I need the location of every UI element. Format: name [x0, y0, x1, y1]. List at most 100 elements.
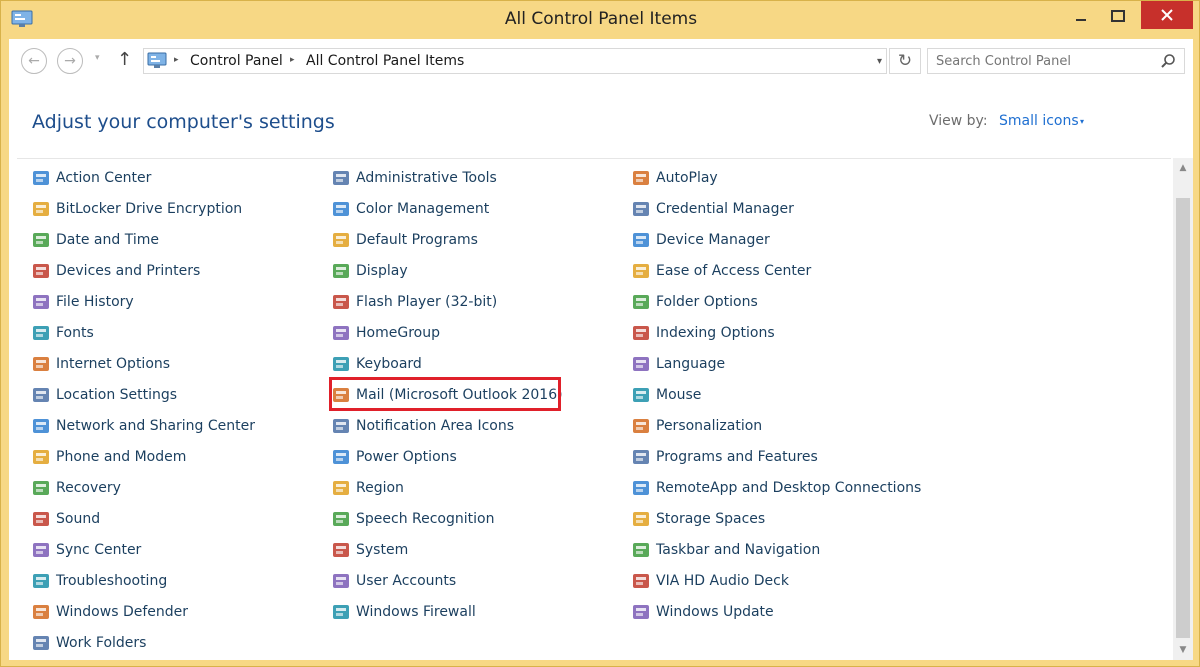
system-icon	[333, 543, 349, 557]
cp-item-phone-and-modem[interactable]: Phone and Modem	[31, 445, 186, 469]
cp-item-windows-firewall[interactable]: Windows Firewall	[331, 600, 476, 624]
cp-item-bitlocker-drive-encryption[interactable]: BitLocker Drive Encryption	[31, 197, 242, 221]
cp-item-region[interactable]: Region	[331, 476, 404, 500]
cp-item-keyboard[interactable]: Keyboard	[331, 352, 422, 376]
cp-item-work-folders[interactable]: Work Folders	[31, 631, 146, 655]
page-title: Adjust your computer's settings	[32, 111, 335, 133]
cp-item-sound[interactable]: Sound	[31, 507, 100, 531]
search-box[interactable]	[927, 48, 1185, 74]
search-input[interactable]	[928, 49, 1154, 73]
cp-item-taskbar-and-navigation[interactable]: Taskbar and Navigation	[631, 538, 820, 562]
cp-item-autoplay[interactable]: AutoPlay	[631, 166, 718, 190]
cp-item-user-accounts[interactable]: User Accounts	[331, 569, 456, 593]
up-button[interactable]: ↑	[117, 49, 132, 70]
folder-icon	[33, 636, 49, 650]
cp-item-label: Ease of Access Center	[656, 263, 812, 279]
cp-item-file-history[interactable]: File History	[31, 290, 134, 314]
recent-locations-dropdown-icon[interactable]: ▾	[95, 53, 100, 63]
cp-item-folder-options[interactable]: Folder Options	[631, 290, 758, 314]
vertical-scrollbar[interactable]: ▲ ▼	[1173, 158, 1193, 660]
cp-item-label: Troubleshooting	[56, 573, 168, 589]
indexing-icon	[633, 326, 649, 340]
cp-item-label: Mouse	[656, 387, 702, 403]
cp-item-label: AutoPlay	[656, 170, 718, 186]
cp-item-devices-and-printers[interactable]: Devices and Printers	[31, 259, 200, 283]
file-history-icon	[33, 295, 49, 309]
phone-icon	[33, 450, 49, 464]
cp-item-indexing-options[interactable]: Indexing Options	[631, 321, 775, 345]
globe-icon	[33, 357, 49, 371]
address-bar[interactable]: ▸ Control Panel ▸ All Control Panel Item…	[143, 48, 887, 74]
cp-item-troubleshooting[interactable]: Troubleshooting	[31, 569, 167, 593]
refresh-button[interactable]: ↻	[889, 48, 921, 74]
close-button[interactable]	[1141, 1, 1193, 29]
breadcrumb-separator-icon[interactable]: ▸	[174, 55, 179, 65]
programs-icon	[633, 450, 649, 464]
cp-item-label: File History	[56, 294, 134, 310]
cp-item-homegroup[interactable]: HomeGroup	[331, 321, 440, 345]
cp-item-sync-center[interactable]: Sync Center	[31, 538, 141, 562]
search-icon[interactable]	[1160, 53, 1176, 69]
cp-item-language[interactable]: Language	[631, 352, 725, 376]
cp-item-remoteapp-and-desktop-connections[interactable]: RemoteApp and Desktop Connections	[631, 476, 921, 500]
cp-item-device-manager[interactable]: Device Manager	[631, 228, 770, 252]
view-by-dropdown[interactable]: Small icons	[999, 113, 1079, 129]
minimize-button[interactable]	[1061, 1, 1101, 31]
cp-item-programs-and-features[interactable]: Programs and Features	[631, 445, 818, 469]
cp-item-credential-manager[interactable]: Credential Manager	[631, 197, 794, 221]
folder-options-icon	[633, 295, 649, 309]
cp-item-speech-recognition[interactable]: Speech Recognition	[331, 507, 494, 531]
minimize-icon	[1076, 19, 1086, 21]
cp-item-fonts[interactable]: Fonts	[31, 321, 94, 345]
cp-item-ease-of-access-center[interactable]: Ease of Access Center	[631, 259, 811, 283]
cp-item-label: Internet Options	[56, 356, 171, 372]
cp-item-system[interactable]: System	[331, 538, 408, 562]
cp-item-network-and-sharing-center[interactable]: Network and Sharing Center	[31, 414, 255, 438]
taskbar-icon	[633, 543, 649, 557]
cp-item-color-management[interactable]: Color Management	[331, 197, 489, 221]
flash-icon	[333, 295, 349, 309]
cp-item-label: Work Folders	[56, 635, 147, 651]
cp-item-via-hd-audio-deck[interactable]: VIA HD Audio Deck	[631, 569, 789, 593]
breadcrumb-control-panel[interactable]: Control Panel	[190, 53, 283, 69]
cp-item-label: Administrative Tools	[356, 170, 497, 186]
cp-item-label: Location Settings	[56, 387, 178, 403]
language-icon	[633, 357, 649, 371]
cp-item-label: Language	[656, 356, 726, 372]
cp-item-administrative-tools[interactable]: Administrative Tools	[331, 166, 497, 190]
cp-item-windows-update[interactable]: Windows Update	[631, 600, 774, 624]
cp-item-label: Devices and Printers	[56, 263, 201, 279]
breadcrumb-all-items[interactable]: All Control Panel Items	[306, 53, 464, 69]
cp-item-action-center[interactable]: Action Center	[31, 166, 151, 190]
cp-item-recovery[interactable]: Recovery	[31, 476, 121, 500]
cp-item-internet-options[interactable]: Internet Options	[31, 352, 170, 376]
cp-item-display[interactable]: Display	[331, 259, 408, 283]
cp-item-location-settings[interactable]: Location Settings	[31, 383, 177, 407]
scroll-thumb[interactable]	[1176, 198, 1190, 638]
address-dropdown-icon[interactable]: ▾	[877, 56, 882, 67]
cp-item-label: User Accounts	[356, 573, 457, 589]
title-bar[interactable]: All Control Panel Items	[1, 1, 1200, 39]
back-button[interactable]: ←	[21, 48, 47, 74]
cp-item-default-programs[interactable]: Default Programs	[331, 228, 478, 252]
breadcrumb-separator-icon[interactable]: ▸	[290, 55, 295, 65]
maximize-button[interactable]	[1101, 1, 1135, 31]
cp-item-flash-player-32-bit[interactable]: Flash Player (32-bit)	[331, 290, 497, 314]
cp-item-storage-spaces[interactable]: Storage Spaces	[631, 507, 765, 531]
scroll-up-icon[interactable]: ▲	[1173, 158, 1193, 178]
cp-item-notification-area-icons[interactable]: Notification Area Icons	[331, 414, 514, 438]
control-panel-icon	[147, 52, 167, 68]
view-by-arrow-icon[interactable]: ▾	[1080, 117, 1084, 126]
cp-item-personalization[interactable]: Personalization	[631, 414, 762, 438]
cp-item-power-options[interactable]: Power Options	[331, 445, 457, 469]
cp-item-label: Personalization	[656, 418, 763, 434]
scroll-down-icon[interactable]: ▼	[1173, 640, 1193, 660]
cp-item-label: Storage Spaces	[656, 511, 766, 527]
forward-button[interactable]: →	[57, 48, 83, 74]
cp-item-label: Windows Update	[656, 604, 774, 620]
cp-item-windows-defender[interactable]: Windows Defender	[31, 600, 188, 624]
cp-item-date-and-time[interactable]: Date and Time	[31, 228, 159, 252]
cp-item-label: Power Options	[356, 449, 457, 465]
audio-deck-icon	[633, 574, 649, 588]
cp-item-mouse[interactable]: Mouse	[631, 383, 701, 407]
